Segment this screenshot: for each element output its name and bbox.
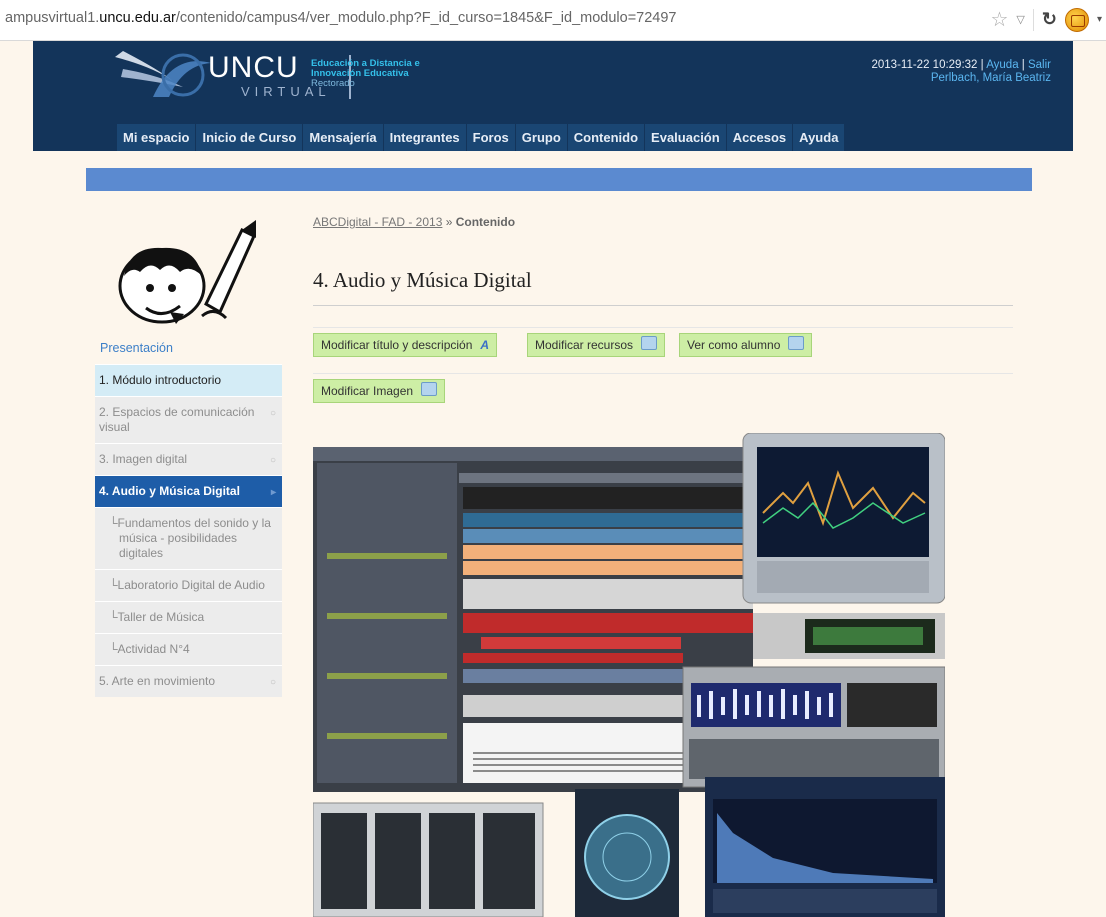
nav-mensajeria[interactable]: Mensajería	[303, 124, 383, 151]
bookmark-star-icon[interactable]: ☆	[990, 7, 1008, 32]
sidebar-item-label: 3. Imagen digital	[99, 452, 188, 466]
view-as-student-button[interactable]: Ver como alumno	[679, 333, 813, 357]
tagline-line-3: Rectorado	[311, 78, 355, 89]
dropdown-arrow-icon[interactable]: ▽	[1016, 13, 1024, 26]
reload-icon[interactable]: ↻	[1042, 9, 1057, 30]
resources-icon	[641, 336, 658, 350]
circle-icon: ○	[269, 408, 276, 419]
logo-tagline: Educación a Distancia e Innovación Educa…	[311, 59, 420, 89]
sidebar-item-modulo-introductorio[interactable]: 1. Módulo introductorio	[95, 364, 282, 396]
site-header: UNCU VIRTUAL Educación a Distancia e Inn…	[33, 41, 1073, 151]
button-label: Modificar Imagen	[321, 384, 414, 398]
browser-toolbar-icons: ☆ ▽ ↻ ▾	[990, 7, 1102, 32]
sidebar-item-label: Actividad N°4	[117, 642, 190, 656]
preview-icon	[788, 336, 805, 350]
breadcrumb-current: Contenido	[455, 215, 516, 229]
sidebar-item-label: 5. Arte en movimiento	[99, 674, 216, 688]
nav-integrantes[interactable]: Integrantes	[383, 124, 466, 151]
sidebar-item-label: 1. Módulo introductorio	[99, 373, 222, 387]
button-label: Modificar título y descripción	[321, 338, 473, 352]
divider	[313, 373, 1013, 374]
logout-link[interactable]: Salir	[1028, 59, 1051, 71]
sidebar-item-espacios-comunicacion[interactable]: 2. Espacios de comunicación visual ○	[95, 396, 282, 443]
sidebar-subitem-taller-musica[interactable]: └Taller de Música	[95, 601, 282, 633]
section-bar	[86, 168, 1032, 191]
user-name[interactable]: Perlbach, María Beatriz	[872, 72, 1051, 85]
browser-url-bar[interactable]: ampusvirtual1.uncu.edu.ar/contenido/camp…	[0, 0, 1106, 41]
separator: |	[1018, 59, 1028, 71]
separator: |	[977, 59, 987, 71]
user-info: 2013-11-22 10:29:32 | Ayuda | Salir Perl…	[872, 59, 1052, 85]
main-nav: Mi espacio Inicio de Curso Mensajería In…	[117, 124, 845, 151]
button-label: Modificar recursos	[535, 338, 634, 352]
page-title: 4. Audio y Música Digital	[313, 268, 532, 292]
button-label: Ver como alumno	[687, 338, 781, 352]
nav-accesos[interactable]: Accesos	[726, 124, 793, 151]
sidebar-item-imagen-digital[interactable]: 3. Imagen digital ○	[95, 443, 282, 475]
breadcrumb-course-link[interactable]: ABCDigital - FAD - 2013	[313, 215, 442, 229]
sidebar-subitem-laboratorio[interactable]: └Laboratorio Digital de Audio	[95, 569, 282, 601]
sidebar-item-audio-musica[interactable]: 4. Audio y Música Digital ▸	[95, 475, 282, 507]
edit-resources-button[interactable]: Modificar recursos	[527, 333, 666, 357]
module-sidebar: 1. Módulo introductorio 2. Espacios de c…	[95, 364, 282, 697]
logo-uncu-text: UNCU	[208, 51, 299, 84]
nav-evaluacion[interactable]: Evaluación	[645, 124, 726, 151]
sidebar-item-label: Fundamentos del sonido y la música - pos…	[117, 516, 271, 560]
toolbar-divider	[1032, 8, 1034, 31]
sidebar-item-label: 2. Espacios de comunicación visual	[99, 405, 255, 434]
arrow-right-icon: ▸	[270, 487, 276, 498]
addon-globe-icon[interactable]	[1064, 7, 1089, 32]
divider	[313, 305, 1013, 306]
edit-title-button[interactable]: Modificar título y descripción A	[313, 333, 498, 357]
edit-image-button[interactable]: Modificar Imagen	[313, 379, 446, 403]
help-link[interactable]: Ayuda	[986, 59, 1018, 71]
breadcrumb: ABCDigital - FAD - 2013 » Contenido	[313, 215, 515, 229]
circle-icon: ○	[269, 455, 276, 466]
circle-icon: ○	[269, 677, 276, 688]
course-avatar-image	[118, 220, 256, 324]
addon-menu-caret-icon[interactable]: ▾	[1097, 14, 1102, 25]
divider	[313, 327, 1013, 328]
sidebar-subitem-fundamentos[interactable]: └Fundamentos del sonido y la música - po…	[95, 507, 282, 569]
sidebar-item-arte-movimiento[interactable]: 5. Arte en movimiento ○	[95, 665, 282, 697]
session-datetime: 2013-11-22 10:29:32	[871, 59, 978, 71]
nav-ayuda[interactable]: Ayuda	[793, 124, 845, 151]
url-text[interactable]: ampusvirtual1.uncu.edu.ar/contenido/camp…	[5, 10, 677, 26]
nav-foros[interactable]: Foros	[466, 124, 515, 151]
pencil-icon: A	[480, 338, 490, 352]
logo-swoosh-icon	[115, 51, 211, 97]
nav-contenido[interactable]: Contenido	[567, 124, 645, 151]
breadcrumb-separator: »	[442, 215, 456, 229]
nav-mi-espacio[interactable]: Mi espacio	[117, 124, 196, 151]
module-image-audio-collage	[313, 433, 945, 917]
nav-inicio-de-curso[interactable]: Inicio de Curso	[196, 124, 303, 151]
uncu-virtual-logo[interactable]: UNCU VIRTUAL	[113, 47, 351, 103]
sidebar-item-label: Taller de Música	[117, 610, 205, 624]
sidebar-item-label: Laboratorio Digital de Audio	[117, 578, 265, 592]
nav-grupo[interactable]: Grupo	[515, 124, 567, 151]
image-icon	[421, 382, 438, 396]
sidebar-title[interactable]: Presentación	[100, 341, 173, 355]
sidebar-subitem-actividad[interactable]: └Actividad N°4	[95, 633, 282, 665]
sidebar-item-label: 4. Audio y Música Digital	[99, 484, 240, 498]
